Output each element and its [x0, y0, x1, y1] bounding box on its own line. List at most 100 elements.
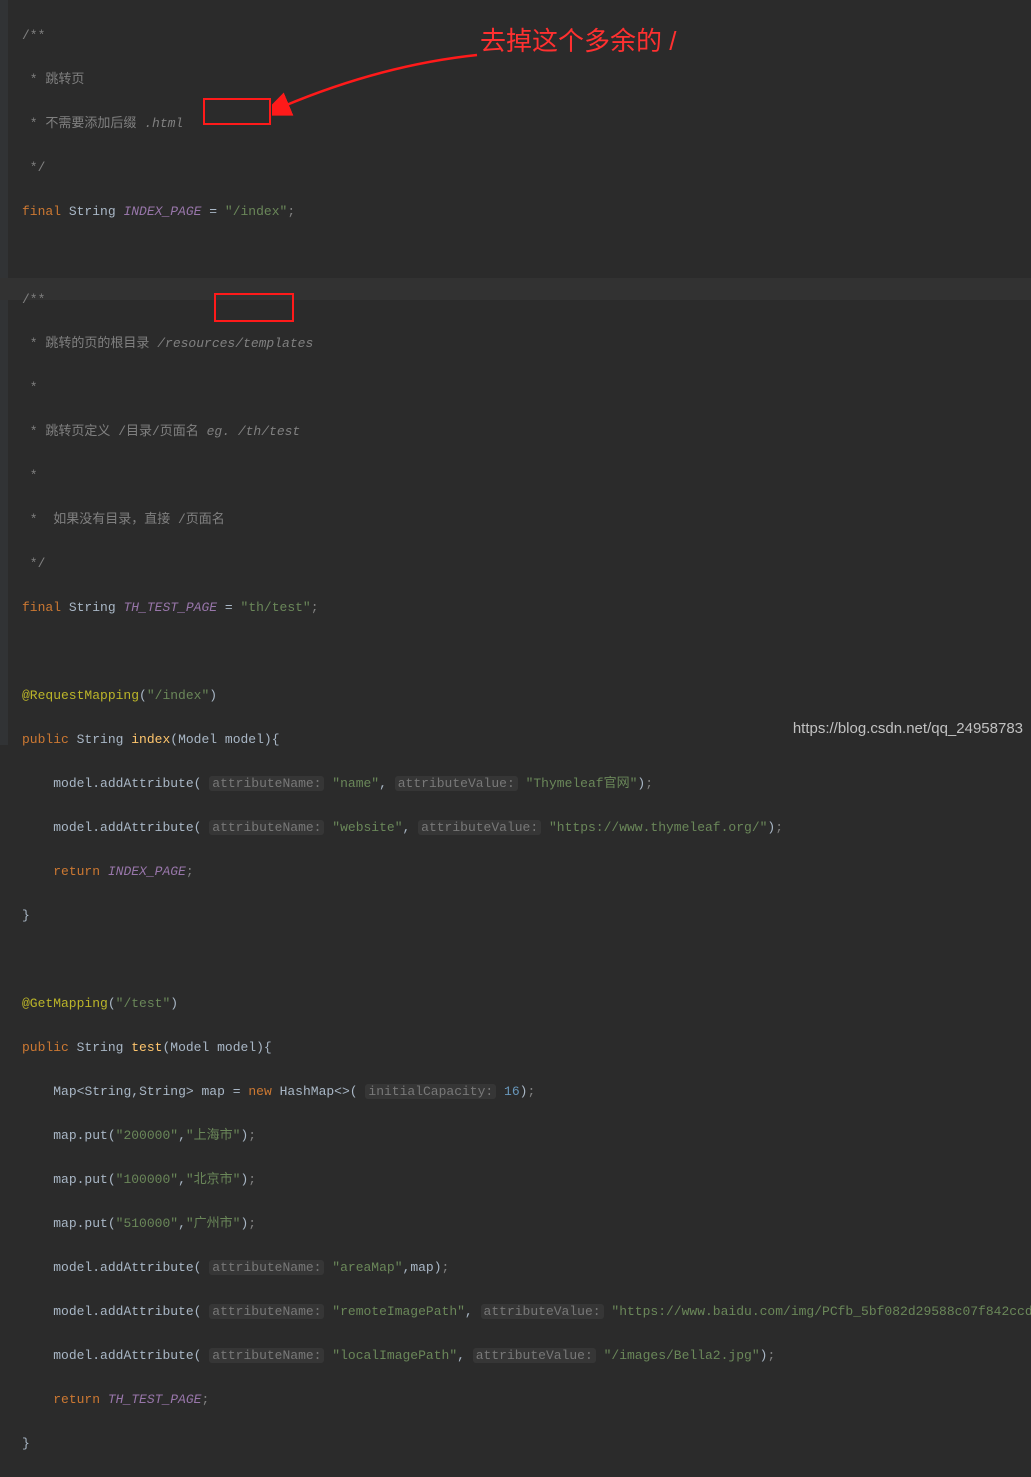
punct: ; [287, 204, 295, 219]
punct: ( [162, 1040, 170, 1055]
code-editor[interactable]: /** * 跳转页 * 不需要添加后缀 .html */ final Strin… [0, 3, 1031, 1477]
punct: ){ [256, 1040, 272, 1055]
field-th-test-page: TH_TEST_PAGE [123, 600, 217, 615]
keyword-return: return [53, 1392, 100, 1407]
call-addattribute: .addAttribute( [92, 776, 201, 791]
comment: * 跳转页定义 /目录/页面名 [22, 424, 207, 439]
punct: , [457, 1348, 465, 1363]
punct: ) [434, 1260, 442, 1275]
string-literal: "/index" [147, 688, 209, 703]
punct: } [22, 1436, 30, 1451]
id-model: model [53, 820, 92, 835]
id-map: map [53, 1172, 76, 1187]
punct: ) [760, 1348, 768, 1363]
string-literal: "100000" [116, 1172, 178, 1187]
string-literal: "510000" [116, 1216, 178, 1231]
string-literal: "areaMap" [332, 1260, 402, 1275]
id-model: model [53, 1260, 92, 1275]
punct: ) [637, 776, 645, 791]
string-literal: "200000" [116, 1128, 178, 1143]
hint-attributevalue: attributeValue: [395, 776, 518, 791]
type-map: Map [53, 1084, 76, 1099]
string-literal: "/test" [116, 996, 171, 1011]
id-map: map [53, 1128, 76, 1143]
punct: ) [240, 1172, 248, 1187]
punct: , [178, 1172, 186, 1187]
comment: */ [22, 556, 45, 571]
hint-attributename: attributeName: [209, 1260, 324, 1275]
punct: ; [311, 600, 319, 615]
type-hashmap: HashMap [280, 1084, 335, 1099]
string-literal: "北京市" [186, 1172, 241, 1187]
hint-attributename: attributeName: [209, 1304, 324, 1319]
punct: , [403, 1260, 411, 1275]
string-literal: "th/test" [241, 600, 311, 615]
punct: = [233, 1084, 241, 1099]
type-string: String [84, 1084, 131, 1099]
type-string: String [139, 1084, 186, 1099]
id-map: map [53, 1216, 76, 1231]
punct: > [186, 1084, 194, 1099]
punct: , [178, 1216, 186, 1231]
punct: , [131, 1084, 139, 1099]
punct: < [77, 1084, 85, 1099]
string-literal: "name" [332, 776, 379, 791]
comment: /** [22, 28, 45, 43]
field-th-test-page: TH_TEST_PAGE [108, 1392, 202, 1407]
comment: * 如果没有目录，直接 /页面名 [22, 512, 225, 527]
punct: } [22, 908, 30, 923]
field-index-page: INDEX_PAGE [123, 204, 201, 219]
string-literal: "https://www.baidu.com/img/PCfb_5bf082d2… [611, 1304, 1031, 1319]
punct: ; [645, 776, 653, 791]
hint-attributename: attributeName: [209, 1348, 324, 1363]
string-literal: "Thymeleaf官网" [526, 776, 638, 791]
string-literal: "https://www.thymeleaf.org/" [549, 820, 767, 835]
punct: ; [248, 1216, 256, 1231]
punct: , [379, 776, 387, 791]
keyword-final: final [22, 204, 61, 219]
id-model: model [53, 776, 92, 791]
call-addattribute: .addAttribute( [92, 1260, 201, 1275]
id-map: map [410, 1260, 433, 1275]
punct: ; [767, 1348, 775, 1363]
call-put: .put( [77, 1128, 116, 1143]
keyword-return: return [53, 864, 100, 879]
punct: ) [170, 996, 178, 1011]
call-put: .put( [77, 1172, 116, 1187]
method-test: test [131, 1040, 162, 1055]
comment: * [22, 468, 38, 483]
string-literal: "/images/Bella2.jpg" [604, 1348, 760, 1363]
punct: ) [240, 1216, 248, 1231]
punct: , [465, 1304, 473, 1319]
comment: */ [22, 160, 45, 175]
comment: .html [144, 116, 183, 131]
punct: ) [767, 820, 775, 835]
punct: ( [139, 688, 147, 703]
punct: ) [240, 1128, 248, 1143]
number: 16 [504, 1084, 520, 1099]
annotation-get-mapping: @GetMapping [22, 996, 108, 1011]
annotation-callout-text: 去掉这个多余的 / [480, 30, 676, 52]
hint-initialcapacity: initialCapacity: [365, 1084, 496, 1099]
punct: ; [442, 1260, 450, 1275]
string-literal: "website" [332, 820, 402, 835]
hint-attributename: attributeName: [209, 776, 324, 791]
comment: eg. /th/test [207, 424, 301, 439]
id-model: model [53, 1348, 92, 1363]
type-string: String [69, 204, 116, 219]
keyword-public: public [22, 1040, 69, 1055]
hint-attributevalue: attributeValue: [481, 1304, 604, 1319]
punct: ; [201, 1392, 209, 1407]
comment: * 跳转的页的根目录 [22, 336, 157, 351]
call-addattribute: .addAttribute( [92, 1304, 201, 1319]
type-string: String [77, 1040, 124, 1055]
id-map: map [202, 1084, 225, 1099]
comment: * 不需要添加后缀 [22, 116, 144, 131]
comment: * [22, 380, 38, 395]
hint-attributevalue: attributeValue: [418, 820, 541, 835]
string-literal: "/index" [225, 204, 287, 219]
field-index-page: INDEX_PAGE [108, 864, 186, 879]
keyword-final: final [22, 600, 61, 615]
param-model: model [217, 1040, 256, 1055]
punct: , [178, 1128, 186, 1143]
